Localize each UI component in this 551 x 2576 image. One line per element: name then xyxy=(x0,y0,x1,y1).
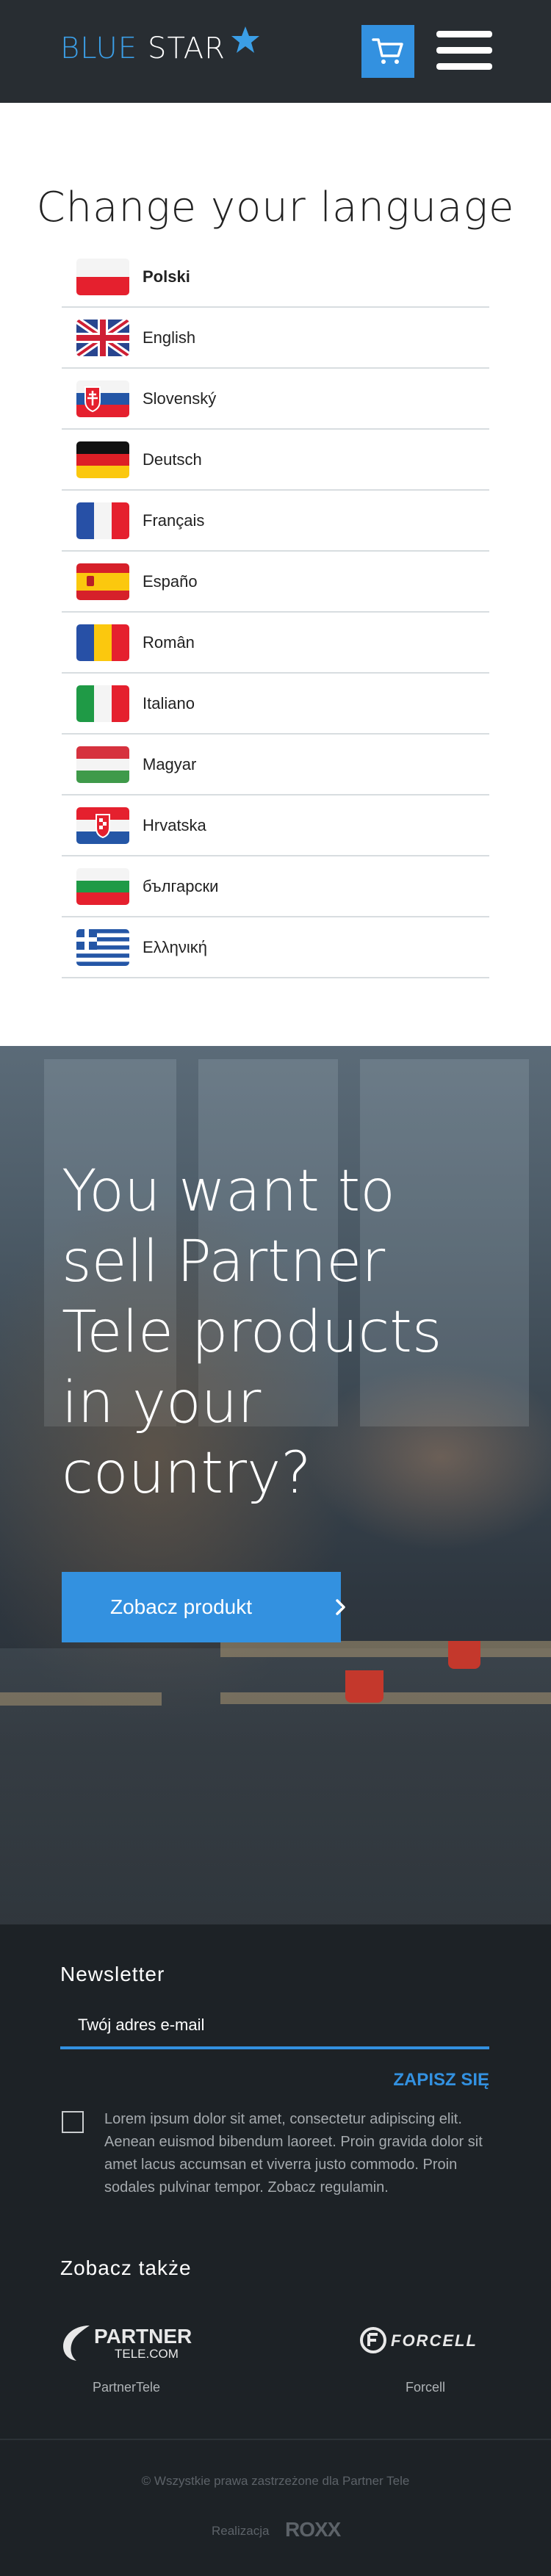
hero-background-pallet xyxy=(220,1641,551,1657)
hungary-flag-icon xyxy=(76,746,129,783)
partnertele-logo-icon: PARTNER TELE.COM xyxy=(63,2325,192,2361)
language-item-espano[interactable]: Españo xyxy=(62,552,489,613)
made-by-label: Realizacja xyxy=(212,2524,270,2538)
hamburger-bar xyxy=(436,63,492,70)
hero-title-line: You want to xyxy=(62,1158,395,1224)
language-label: Españo xyxy=(143,571,198,591)
language-label: Slovenský xyxy=(143,389,217,408)
forcell-label: Forcell xyxy=(406,2380,446,2395)
language-list: Polski English Slovenský Deutsch Françai… xyxy=(62,247,489,978)
hero-background-floor xyxy=(0,1648,551,1924)
see-product-button-label: Zobacz produkt xyxy=(110,1595,252,1618)
site-header: BLUE STAR xyxy=(0,0,551,103)
croatia-flag-icon xyxy=(76,807,129,844)
language-item-deutsch[interactable]: Deutsch xyxy=(62,430,489,491)
hero-title-line: in your xyxy=(62,1370,262,1436)
language-item-bulgarian[interactable]: български xyxy=(62,856,489,917)
consent-text: Lorem ipsum dolor sit amet, consectetur … xyxy=(104,2111,483,2196)
logo-word-star: STAR xyxy=(148,32,226,65)
language-item-english[interactable]: English xyxy=(62,308,489,369)
bluestar-logo[interactable]: BLUE STAR xyxy=(60,25,259,72)
language-label: Italiano xyxy=(143,693,195,712)
language-item-italiano[interactable]: Italiano xyxy=(62,674,489,735)
language-label: Ελληνική xyxy=(143,937,208,956)
partnertele-logo-line1: PARTNER xyxy=(94,2325,192,2348)
language-item-greek[interactable]: Ελληνική xyxy=(62,917,489,978)
footer-bottom-bar: © Wszystkie prawa zastrzeżone dla Partne… xyxy=(0,2439,551,2576)
language-label: Polski xyxy=(143,267,190,286)
hero-background-cup xyxy=(448,1641,480,1669)
poland-flag-icon xyxy=(76,258,129,295)
hero-title: You want to sell Partner Tele products i… xyxy=(62,1156,473,1509)
roxx-logo[interactable]: ROXX xyxy=(285,2518,341,2541)
language-label: Français xyxy=(143,510,205,530)
logo-word-blue: BLUE xyxy=(60,32,138,65)
uk-flag-icon xyxy=(76,319,129,356)
star-icon xyxy=(231,26,259,53)
language-item-magyar[interactable]: Magyar xyxy=(62,735,489,795)
romania-flag-icon xyxy=(76,624,129,661)
forcell-logo-text: FORCELL xyxy=(391,2331,478,2350)
language-label: Hrvatska xyxy=(143,815,206,834)
language-label: български xyxy=(143,876,219,895)
germany-flag-icon xyxy=(76,441,129,478)
language-section: Change your language Polski English Slov… xyxy=(0,103,551,1046)
consent-checkbox[interactable] xyxy=(62,2111,84,2133)
language-item-roman[interactable]: Român xyxy=(62,613,489,674)
spain-flag-icon xyxy=(76,563,129,600)
language-label: Deutsch xyxy=(143,450,202,469)
see-product-button[interactable]: Zobacz produkt xyxy=(62,1572,345,1642)
hero-background-cup xyxy=(345,1670,383,1703)
partnertele-logo-line2: TELE.COM xyxy=(115,2347,179,2361)
language-item-polski[interactable]: Polski xyxy=(62,247,489,308)
language-label: Magyar xyxy=(143,754,197,773)
copyright-text: © Wszystkie prawa zastrzeżone dla Partne… xyxy=(141,2474,410,2488)
france-flag-icon xyxy=(76,502,129,539)
forcell-logo[interactable]: FORCELL xyxy=(360,2326,492,2359)
language-label: Român xyxy=(143,632,195,652)
language-item-francais[interactable]: Français xyxy=(62,491,489,552)
hamburger-menu-button[interactable] xyxy=(436,29,492,71)
chevron-right-icon xyxy=(336,1599,345,1615)
partnertele-label: PartnerTele xyxy=(93,2380,161,2395)
hero-title-line: country? xyxy=(62,1440,311,1507)
italy-flag-icon xyxy=(76,685,129,722)
greece-flag-icon xyxy=(76,928,129,966)
language-label: English xyxy=(143,328,196,347)
hero-title-line: sell Partner xyxy=(62,1229,386,1295)
hero-background-pallet xyxy=(0,1692,162,1706)
language-item-hrvatska[interactable]: Hrvatska xyxy=(62,795,489,856)
language-item-slovensky[interactable]: Slovenský xyxy=(62,369,489,430)
newsletter-email-input[interactable]: Twój adres e-mail xyxy=(60,1998,489,2049)
see-also-title: Zobacz także xyxy=(60,2256,192,2279)
hero-background-pallet xyxy=(220,1692,551,1704)
forcell-logo-icon: FORCELL xyxy=(360,2327,478,2353)
hamburger-menu-icon xyxy=(436,31,492,37)
shopping-cart-icon xyxy=(372,38,403,64)
bulgaria-flag-icon xyxy=(76,867,129,905)
hamburger-bar xyxy=(436,47,492,54)
hero-title-line: Tele products xyxy=(62,1299,442,1365)
partnertele-logo[interactable]: PARTNER TELE.COM xyxy=(60,2321,192,2369)
slovakia-flag-icon xyxy=(76,380,129,417)
newsletter-title: Newsletter xyxy=(60,1963,165,1985)
footer: Newsletter Twój adres e-mail ZAPISZ SIĘ … xyxy=(0,1924,551,2439)
cart-button[interactable] xyxy=(361,25,414,78)
hero-section: You want to sell Partner Tele products i… xyxy=(0,1046,551,1924)
email-placeholder: Twój adres e-mail xyxy=(78,2016,205,2034)
subscribe-button[interactable]: ZAPISZ SIĘ xyxy=(367,2070,489,2090)
language-section-title: Change your language xyxy=(36,184,515,231)
